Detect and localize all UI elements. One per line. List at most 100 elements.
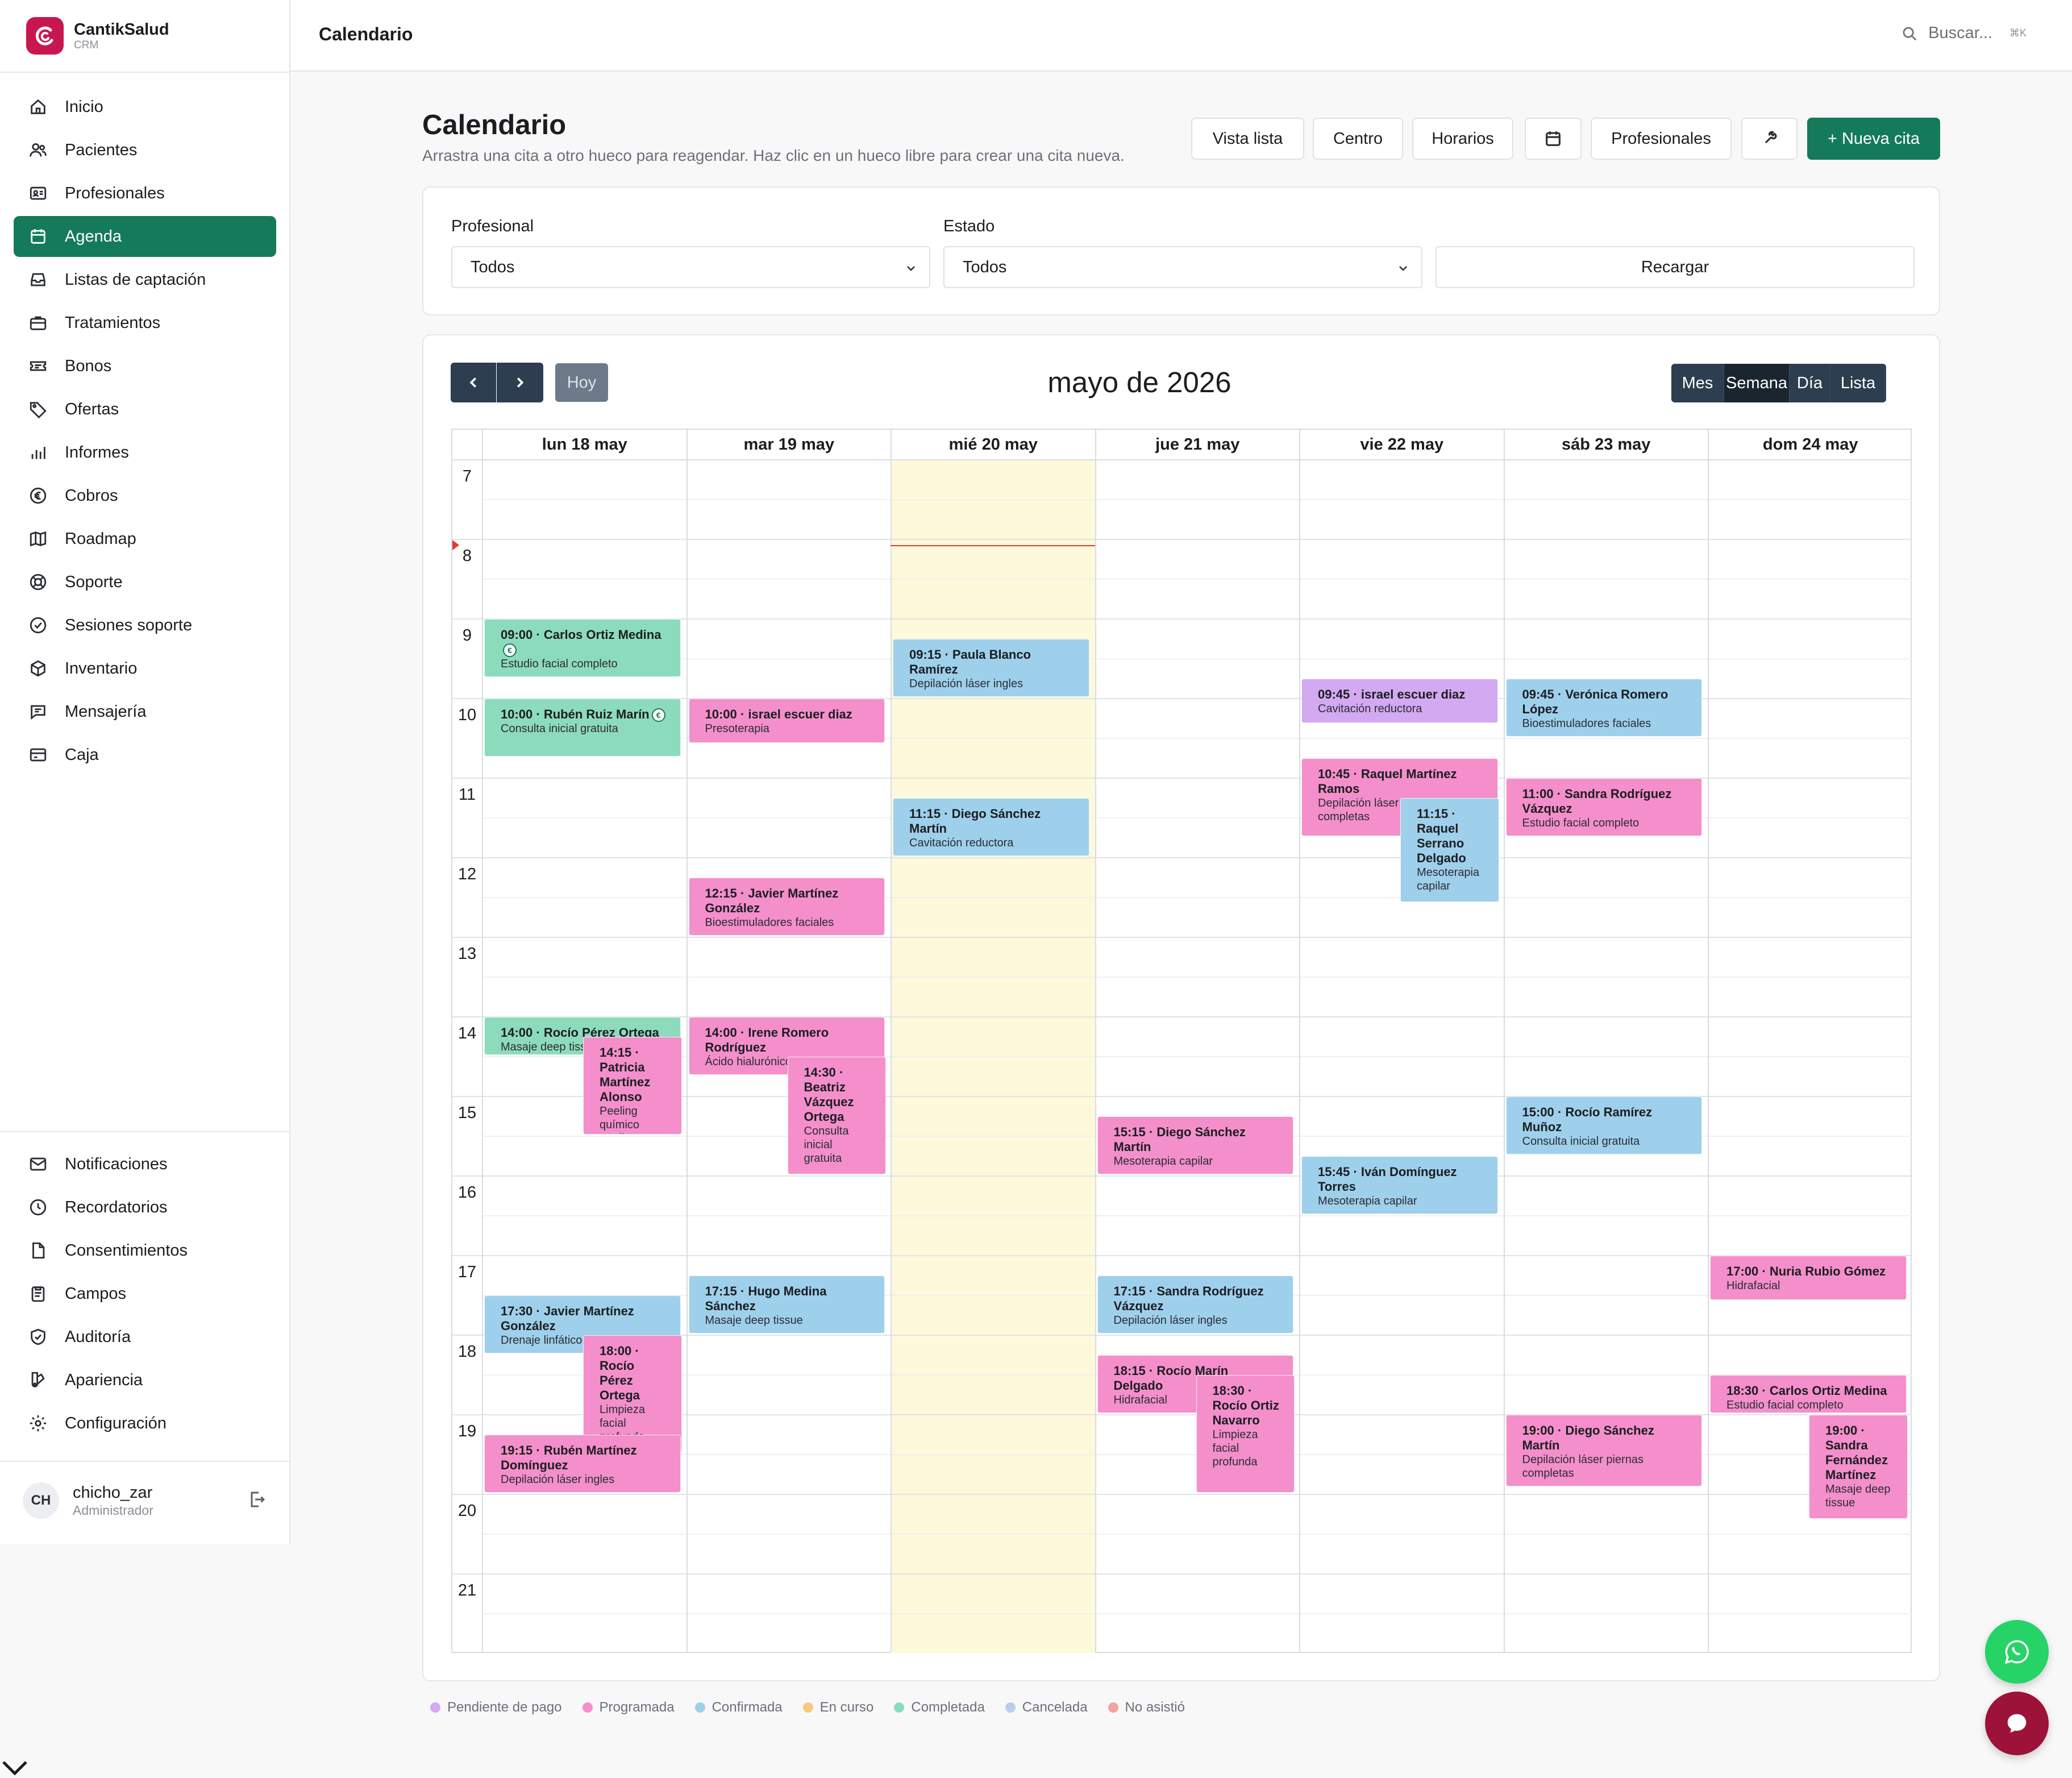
sidebar-item-inicio[interactable]: Inicio xyxy=(14,86,276,127)
appointment-event[interactable]: 09:45 · Verónica Romero López Bioestimula… xyxy=(1505,679,1702,737)
appointment-event[interactable]: 09:00 · Carlos Ortiz Medina € Estudio faci… xyxy=(484,619,681,677)
appointment-event[interactable]: 19:00 · Sandra Fernández Martínez Masaje … xyxy=(1809,1415,1908,1519)
appointment-event[interactable]: 15:00 · Rocío Ramírez Muñoz Consulta inic… xyxy=(1505,1096,1702,1154)
appointment-time: 10:00 xyxy=(705,707,737,721)
appointment-event[interactable]: 18:30 · Rocío Ortiz Navarro Limpieza faci… xyxy=(1196,1375,1295,1493)
sidebar-item-agenda[interactable]: Agenda xyxy=(14,216,276,257)
center-button[interactable]: Centro xyxy=(1313,118,1403,160)
view-lista-button[interactable]: Lista xyxy=(1830,364,1886,402)
sidebar-item-soporte[interactable]: Soporte xyxy=(14,562,276,603)
appointment-title: 14:00 · Irene Romero Rodríguez xyxy=(705,1025,871,1055)
reload-button[interactable]: Recargar xyxy=(1436,246,1915,288)
day-header[interactable]: vie 22 may xyxy=(1299,430,1504,459)
sidebar-item-caja[interactable]: Caja xyxy=(14,734,276,775)
appointment-event[interactable]: 09:45 · israel escuer diaz Cavitación red… xyxy=(1301,679,1498,724)
view-dia-button[interactable]: Día xyxy=(1790,364,1830,402)
day-header[interactable]: sáb 23 may xyxy=(1503,430,1708,459)
avatar[interactable]: CH xyxy=(23,1482,59,1519)
sidebar-item-cobros[interactable]: Cobros xyxy=(14,475,276,516)
appointment-service: Estudio facial completo xyxy=(1522,817,1640,829)
status-select-value: Todos xyxy=(963,257,1007,276)
sidebar-item-notificaciones[interactable]: Notificaciones xyxy=(14,1144,276,1185)
view-mes-button[interactable]: Mes xyxy=(1671,364,1724,402)
appointment-event[interactable]: 14:15 · Patricia Martínez Alonso Peeling … xyxy=(583,1037,682,1135)
appointment-title: 15:00 · Rocío Ramírez Muñoz xyxy=(1522,1105,1688,1135)
sidebar-item-bonos[interactable]: Bonos xyxy=(14,346,276,387)
half-hour-line xyxy=(482,579,1912,580)
sidebar-item-listas-de-captacion[interactable]: Listas de captación xyxy=(14,259,276,300)
chevron-right-icon xyxy=(517,377,524,388)
appointment-patient: Sandra Fernández Martínez xyxy=(1825,1438,1888,1482)
appointment-event[interactable]: 10:00 · Rubén Ruiz Marín € Consulta inicia… xyxy=(484,699,681,757)
appointment-event[interactable]: 11:15 · Diego Sánchez Martín Cavitación r… xyxy=(893,798,1089,856)
list-view-button[interactable]: Vista lista xyxy=(1191,118,1304,160)
sidebar-item-mensajeria[interactable]: Mensajería xyxy=(14,691,276,732)
appointment-service: Masaje deep tissue xyxy=(1825,1483,1891,1509)
search-input[interactable]: Buscar... ⌘K xyxy=(1901,24,2027,43)
sidebar-item-pacientes[interactable]: Pacientes xyxy=(14,130,276,171)
hour-line xyxy=(452,539,1911,540)
logout-icon[interactable] xyxy=(247,1489,267,1513)
appointment-event[interactable]: 11:15 · Raquel Serrano Delgado Mesoterapi… xyxy=(1400,798,1499,903)
professionals-button[interactable]: Profesionales xyxy=(1591,118,1732,160)
sidebar-item-tratamientos[interactable]: Tratamientos xyxy=(14,302,276,343)
appointment-patient: Rocío Ortiz Navarro xyxy=(1212,1398,1279,1427)
appointment-event[interactable]: 11:00 · Sandra Rodríguez Vázquez Estudio … xyxy=(1505,778,1702,836)
next-week-button[interactable] xyxy=(497,363,543,402)
sidebar-item-ofertas[interactable]: Ofertas xyxy=(14,389,276,430)
sidebar-item-roadmap[interactable]: Roadmap xyxy=(14,518,276,559)
day-header[interactable]: jue 21 may xyxy=(1095,430,1300,459)
sidebar-item-informes[interactable]: Informes xyxy=(14,432,276,473)
schedules-button[interactable]: Horarios xyxy=(1412,118,1513,160)
today-button[interactable]: Hoy xyxy=(555,363,608,402)
appointment-event[interactable]: 09:15 · Paula Blanco Ramírez Depilación l… xyxy=(893,639,1089,697)
sidebar-item-configuracion[interactable]: Configuración xyxy=(14,1403,276,1444)
day-header[interactable]: mié 20 may xyxy=(891,430,1095,459)
day-header[interactable]: dom 24 may xyxy=(1708,430,1912,459)
view-semana-button[interactable]: Semana xyxy=(1724,364,1790,402)
sidebar-item-profesionales[interactable]: Profesionales xyxy=(14,173,276,214)
legend-item: Completada xyxy=(894,1700,985,1715)
appointment-event[interactable]: 14:30 · Beatriz Vázquez Ortega Consulta i… xyxy=(787,1057,886,1174)
appointment-event[interactable]: 12:15 · Javier Martínez González Bioestim… xyxy=(688,878,885,936)
new-appointment-button[interactable]: + Nueva cita xyxy=(1807,118,1940,160)
chat-button[interactable] xyxy=(1985,1692,2049,1755)
sidebar-item-auditoria[interactable]: Auditoría xyxy=(14,1316,276,1357)
appointment-title: 15:45 · Iván Domínguez Torres xyxy=(1318,1165,1484,1194)
appointment-event[interactable]: 17:15 · Hugo Medina Sánchez Masaje deep t… xyxy=(688,1276,885,1334)
chevron-left-icon xyxy=(469,377,477,388)
sidebar-item-campos[interactable]: Campos xyxy=(14,1273,276,1314)
sidebar-item-label: Agenda xyxy=(65,227,122,246)
euro-icon xyxy=(27,485,49,506)
tools-button[interactable] xyxy=(1741,118,1798,160)
appointment-time: 15:45 xyxy=(1318,1165,1350,1179)
legend-item: Programada xyxy=(582,1700,675,1715)
day-header[interactable]: lun 18 may xyxy=(482,430,686,459)
legend-label: Completada xyxy=(911,1700,985,1715)
chevron-down-icon[interactable] xyxy=(0,1756,30,1778)
appointment-event[interactable]: 19:00 · Diego Sánchez Martín Depilación l… xyxy=(1505,1415,1702,1486)
date-picker-button[interactable] xyxy=(1525,118,1582,160)
sidebar-item-apariencia[interactable]: Apariencia xyxy=(14,1360,276,1401)
sidebar-item-recordatorios[interactable]: Recordatorios xyxy=(14,1187,276,1228)
appointment-time: 14:00 xyxy=(501,1025,533,1040)
prev-week-button[interactable] xyxy=(451,363,496,402)
appointment-time: 19:00 xyxy=(1522,1423,1554,1438)
whatsapp-button[interactable] xyxy=(1985,1620,2049,1684)
day-header[interactable]: mar 19 may xyxy=(686,430,891,459)
professional-select[interactable]: Todos xyxy=(451,246,930,288)
appointment-event[interactable]: 17:15 · Sandra Rodríguez Vázquez Depilaci… xyxy=(1097,1276,1293,1334)
sidebar-item-consentimientos[interactable]: Consentimientos xyxy=(14,1230,276,1271)
sidebar-item-sesiones-soporte[interactable]: Sesiones soporte xyxy=(14,605,276,646)
status-select[interactable]: Todos xyxy=(943,246,1422,288)
appointment-event[interactable]: 18:30 · Carlos Ortiz Medina Estudio facia… xyxy=(1710,1375,1907,1413)
brand[interactable]: CantikSalud CRM xyxy=(26,17,169,55)
legend-label: Pendiente de pago xyxy=(447,1700,562,1715)
appointment-event[interactable]: 15:15 · Diego Sánchez Martín Mesoterapia … xyxy=(1097,1116,1293,1174)
appointment-event[interactable]: 17:00 · Nuria Rubio Gómez Hidrafacial xyxy=(1710,1256,1907,1301)
sidebar-item-label: Notificaciones xyxy=(65,1154,168,1173)
appointment-event[interactable]: 15:45 · Iván Domínguez Torres Mesoterapia… xyxy=(1301,1156,1498,1214)
appointment-event[interactable]: 10:00 · israel escuer diaz Presoterapia xyxy=(688,699,885,743)
appointment-event[interactable]: 19:15 · Rubén Martínez Domínguez Depilaci… xyxy=(484,1435,681,1493)
sidebar-item-inventario[interactable]: Inventario xyxy=(14,648,276,689)
